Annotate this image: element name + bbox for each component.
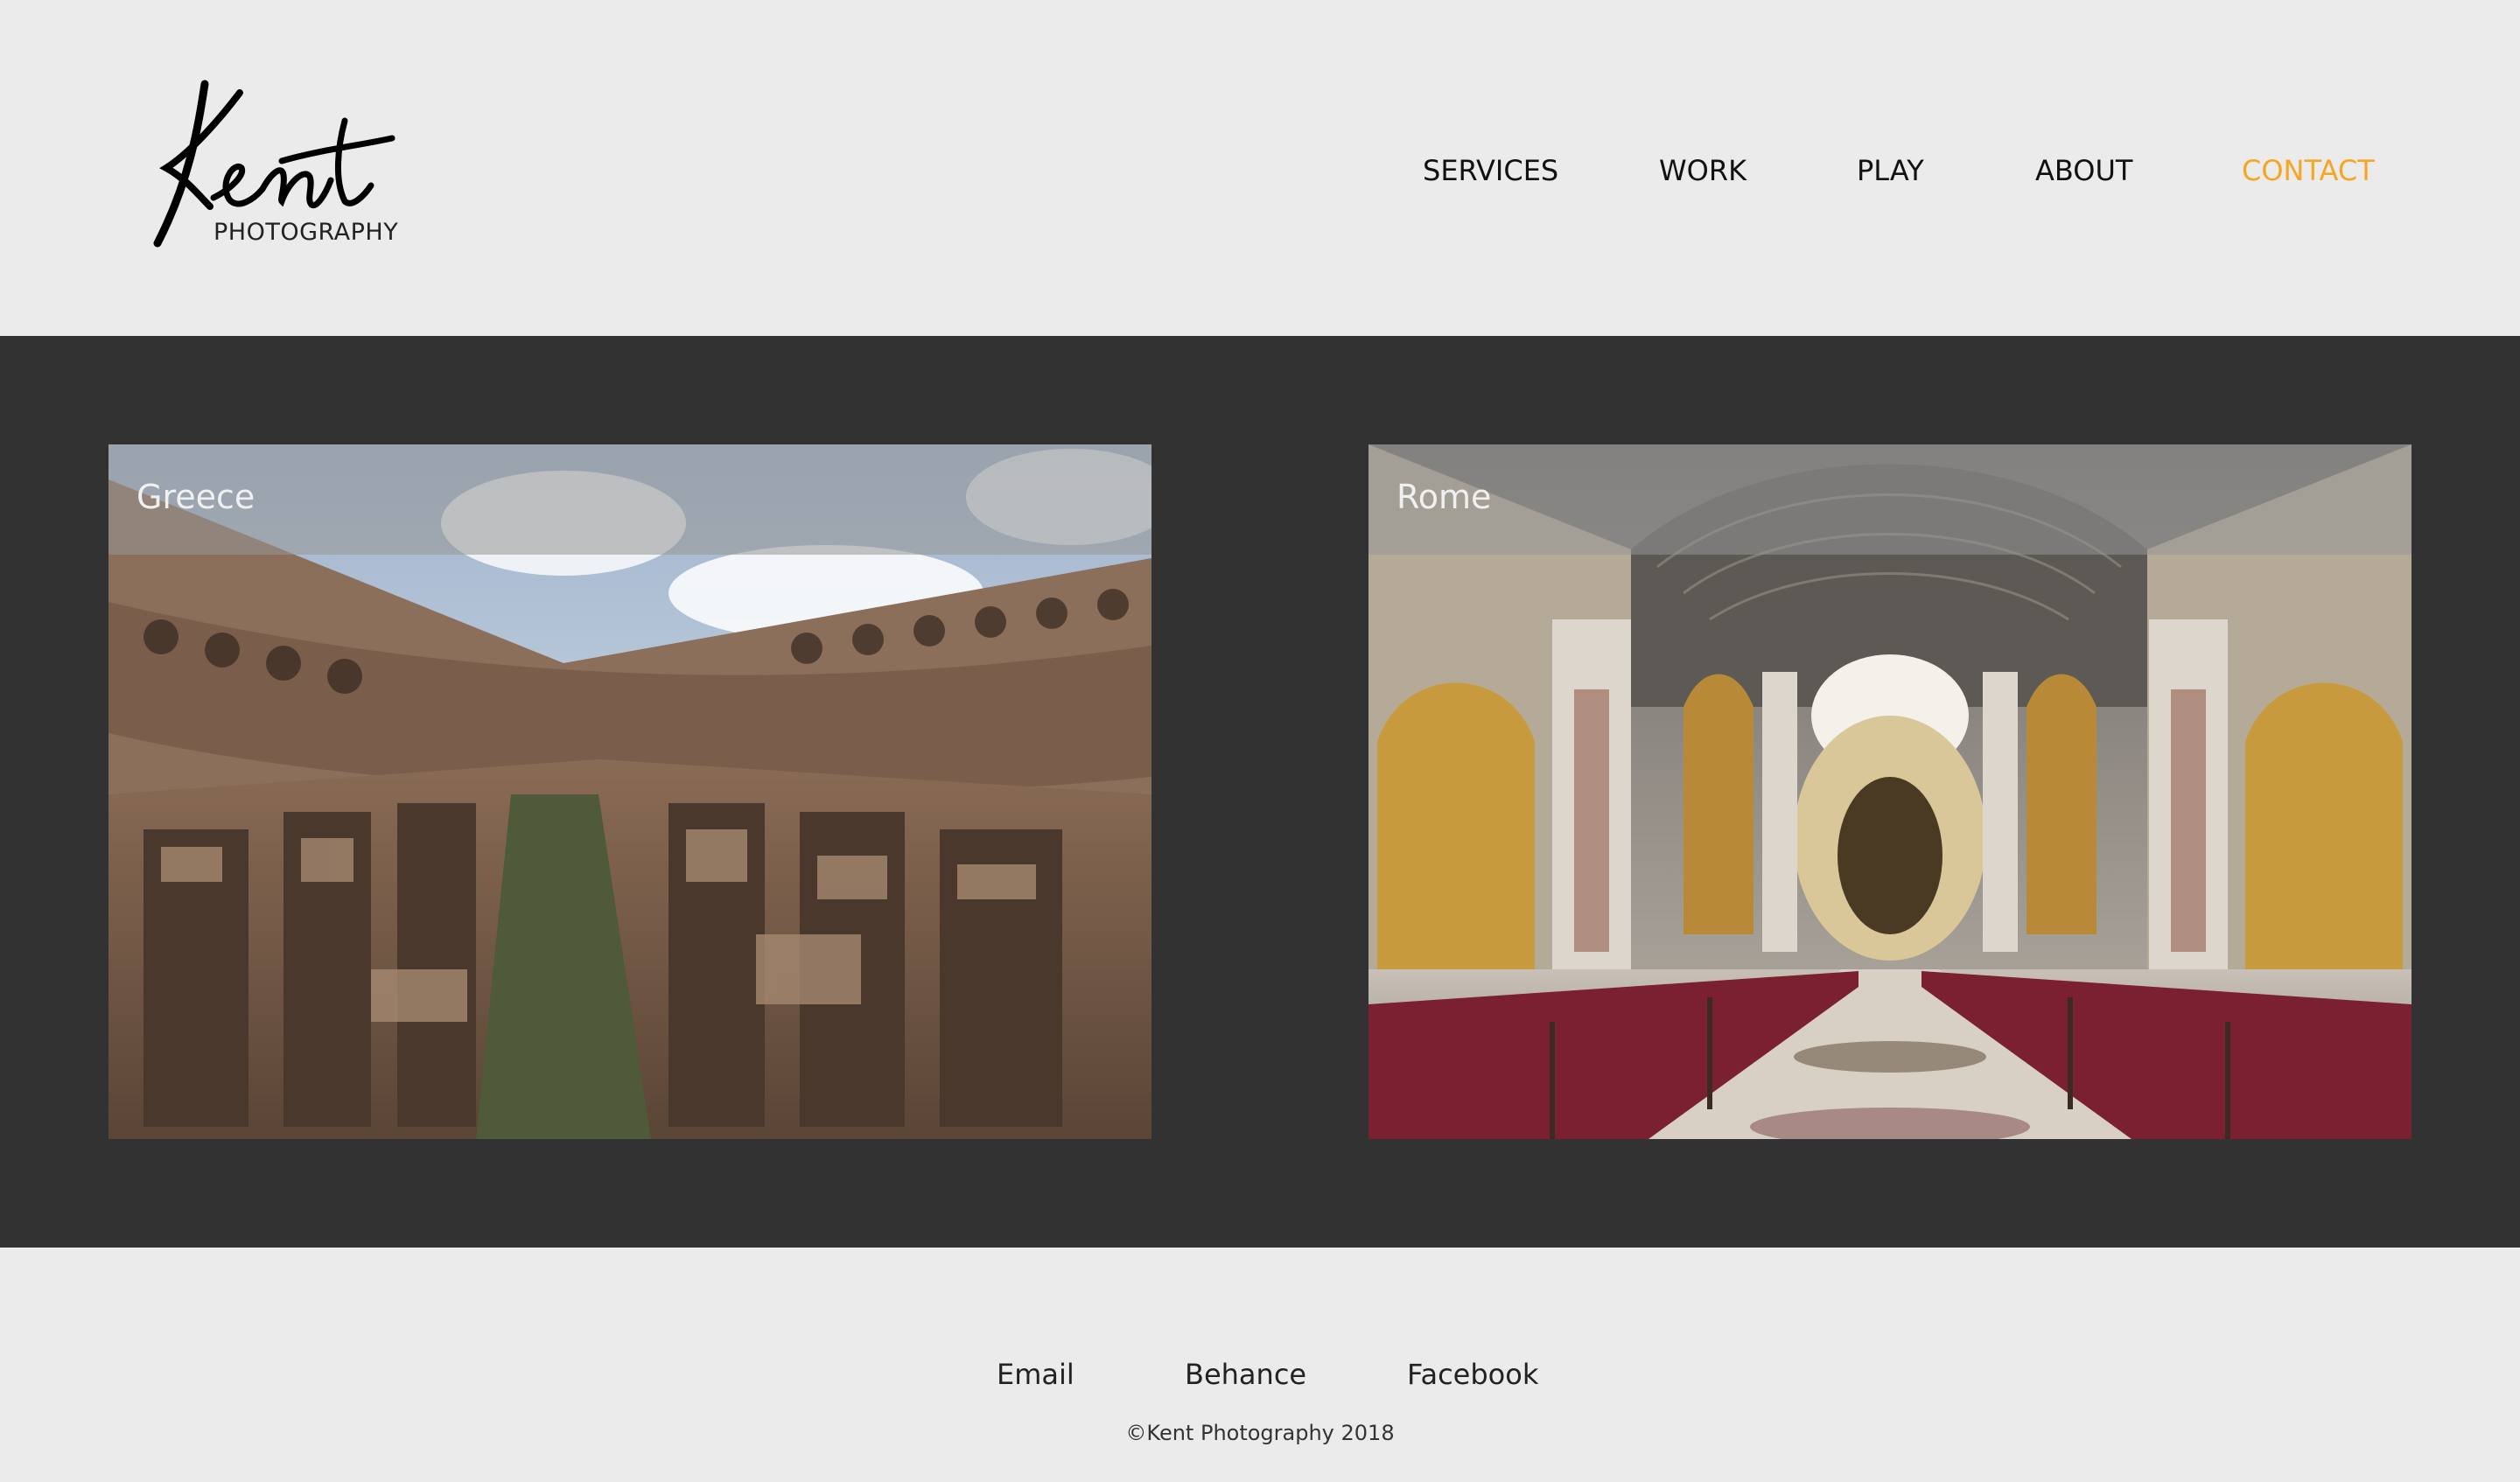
nav-item-about[interactable]: ABOUT bbox=[2035, 154, 2132, 187]
site-footer: Email Behance Facebook ©Kent Photography… bbox=[0, 1248, 2520, 1482]
gallery-card-rome[interactable]: Rome bbox=[1368, 444, 2412, 1139]
footer-link-facebook[interactable]: Facebook bbox=[1407, 1358, 1538, 1391]
main-nav: SERVICES WORK PLAY ABOUT CONTACT bbox=[0, 154, 2520, 192]
gallery-card-greece[interactable]: Greece bbox=[108, 444, 1152, 1139]
footer-link-behance[interactable]: Behance bbox=[1185, 1358, 1306, 1391]
nav-item-contact[interactable]: CONTACT bbox=[2242, 154, 2375, 187]
nav-item-services[interactable]: SERVICES bbox=[1423, 154, 1558, 187]
caption-overlay bbox=[1368, 444, 2412, 555]
nav-item-work[interactable]: WORK bbox=[1659, 154, 1746, 187]
gallery-section: Greece Rome bbox=[0, 336, 2520, 1248]
site-header: PHOTOGRAPHY SERVICES WORK PLAY ABOUT CON… bbox=[0, 0, 2520, 336]
card-caption: Greece bbox=[136, 478, 256, 516]
nav-item-play[interactable]: PLAY bbox=[1857, 154, 1924, 187]
logo-subtitle: PHOTOGRAPHY bbox=[214, 219, 399, 246]
card-caption: Rome bbox=[1396, 478, 1492, 516]
caption-overlay bbox=[108, 444, 1152, 555]
footer-link-email[interactable]: Email bbox=[997, 1358, 1074, 1391]
copyright-text: ©Kent Photography 2018 bbox=[1125, 1421, 1395, 1445]
